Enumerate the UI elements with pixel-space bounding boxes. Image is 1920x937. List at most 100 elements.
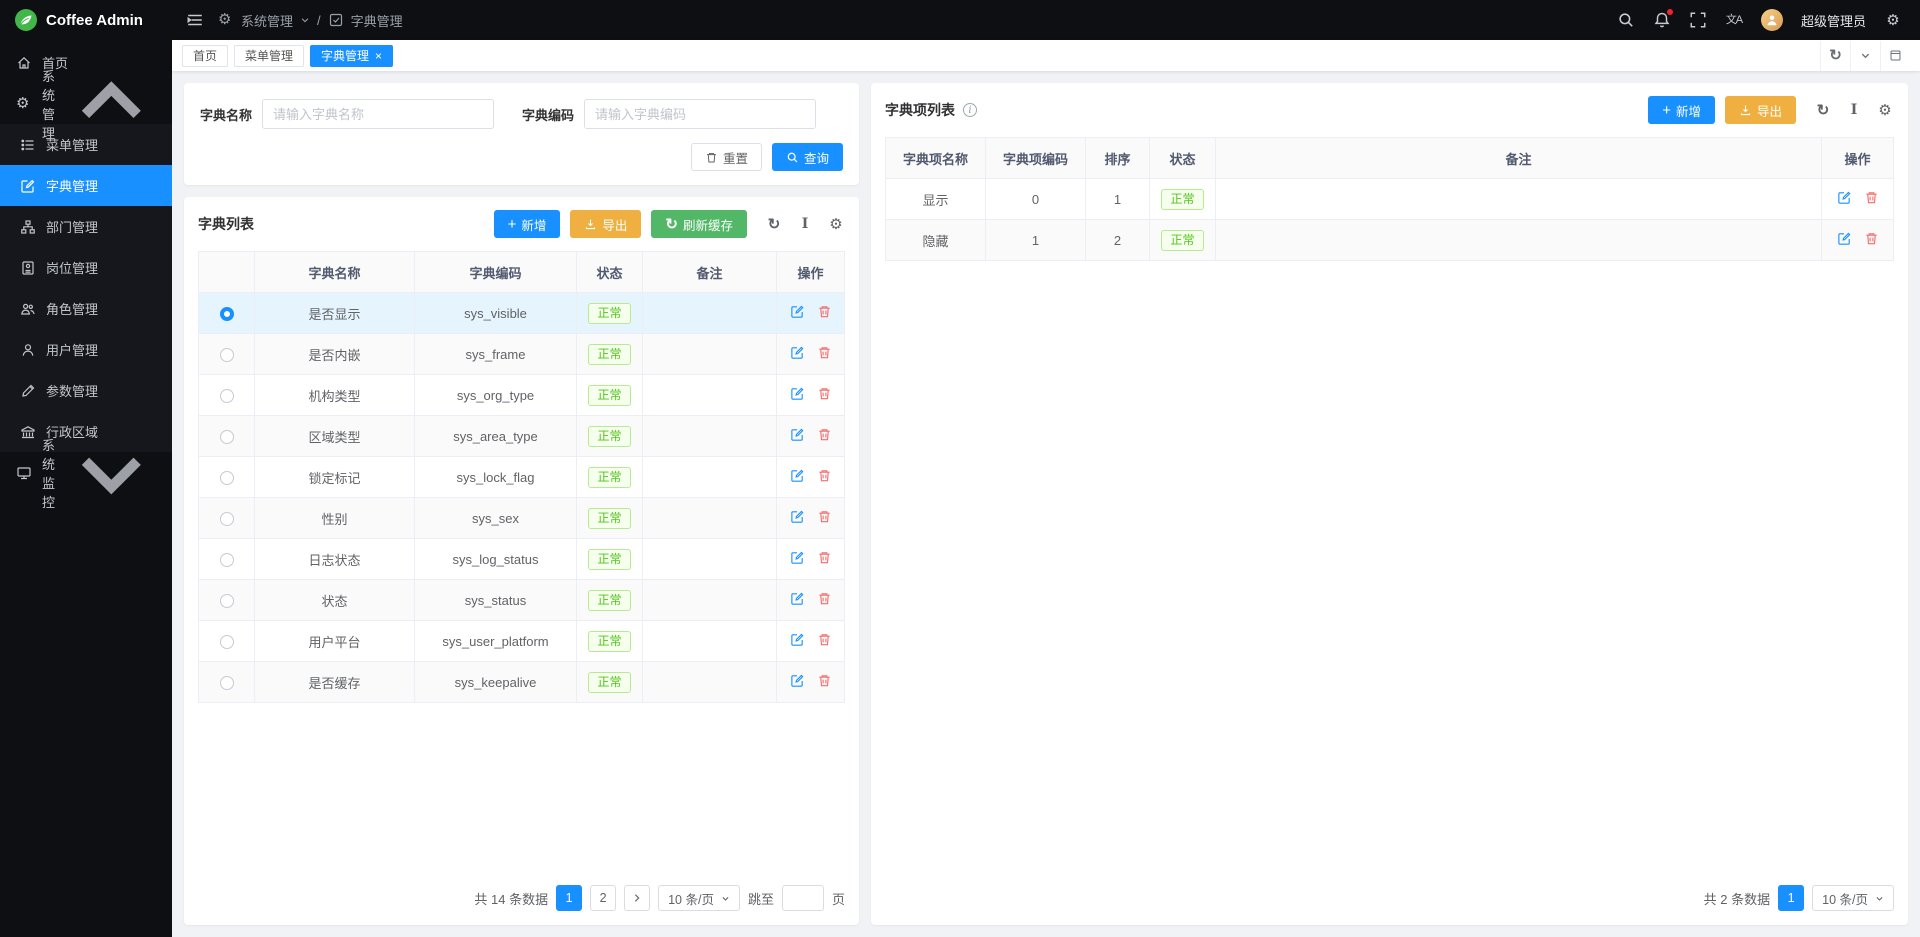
table-settings-gear-icon[interactable] [1876,101,1894,119]
delete-icon[interactable] [817,591,832,606]
delete-icon[interactable] [1864,231,1879,246]
reset-button[interactable]: 重置 [691,143,762,171]
row-radio[interactable] [220,389,234,403]
refresh-tabs-icon[interactable] [1820,41,1850,71]
notification-bell-icon[interactable] [1653,11,1671,29]
table-row[interactable]: 锁定标记 sys_lock_flag 正常 [199,457,845,498]
maximize-view-icon[interactable] [1880,41,1910,71]
edit-icon[interactable] [1837,190,1852,205]
edit-icon[interactable] [790,386,805,401]
page-button-1[interactable]: 1 [556,885,582,911]
delete-icon[interactable] [817,386,832,401]
close-icon[interactable]: × [375,50,382,62]
delete-icon[interactable] [817,427,832,442]
table-row[interactable]: 隐藏 1 2 正常 [886,220,1894,261]
page-unit: 页 [832,889,845,908]
table-row[interactable]: 是否缓存 sys_keepalive 正常 [199,662,845,703]
edit-icon[interactable] [790,304,805,319]
export-dict-button[interactable]: 导出 [570,210,641,238]
edit-icon[interactable] [790,427,805,442]
page-size-select[interactable]: 10 条/页 [658,885,740,911]
sidebar-group-label: 系统管理 [42,66,57,142]
top-header: 系统管理 / 字典管理 超级管理员 [172,0,1920,40]
row-radio[interactable] [220,307,234,321]
delete-icon[interactable] [817,468,832,483]
tabs-dropdown-icon[interactable] [1850,41,1880,71]
sidebar-item-user[interactable]: 用户管理 [0,329,172,370]
table-row[interactable]: 是否内嵌 sys_frame 正常 [199,334,845,375]
settings-gear-icon[interactable] [1884,11,1902,29]
sidebar-item-dept[interactable]: 部门管理 [0,206,172,247]
table-row[interactable]: 区域类型 sys_area_type 正常 [199,416,845,457]
row-radio[interactable] [220,676,234,690]
tab-menu[interactable]: 菜单管理 [234,45,304,67]
column-settings-icon[interactable] [796,215,814,233]
search-icon[interactable] [1617,11,1635,29]
sidebar-group-system[interactable]: 系统管理 [0,83,172,124]
delete-icon[interactable] [817,304,832,319]
user-name[interactable]: 超级管理员 [1801,11,1866,30]
table-row[interactable]: 机构类型 sys_org_type 正常 [199,375,845,416]
tab-dict[interactable]: 字典管理 × [310,45,393,67]
table-settings-gear-icon[interactable] [827,215,845,233]
refresh-table-icon[interactable] [765,215,783,233]
delete-icon[interactable] [817,345,832,360]
page-size-select[interactable]: 10 条/页 [1812,885,1894,911]
edit-icon[interactable] [790,509,805,524]
table-row[interactable]: 性别 sys_sex 正常 [199,498,845,539]
sidebar-item-post[interactable]: 岗位管理 [0,247,172,288]
page-button-2[interactable]: 2 [590,885,616,911]
page-button-1[interactable]: 1 [1778,885,1804,911]
table-row[interactable]: 状态 sys_status 正常 [199,580,845,621]
sidebar-group-monitor[interactable]: 系统监控 [0,452,172,493]
add-dict-button[interactable]: 新增 [494,210,561,238]
tab-home[interactable]: 首页 [182,45,228,67]
info-icon[interactable] [963,103,977,117]
row-radio[interactable] [220,348,234,362]
row-radio[interactable] [220,594,234,608]
edit-icon[interactable] [790,345,805,360]
row-radio[interactable] [220,512,234,526]
edit-icon[interactable] [790,673,805,688]
collapse-menu-icon[interactable] [186,11,204,29]
table-row[interactable]: 用户平台 sys_user_platform 正常 [199,621,845,662]
edit-icon[interactable] [790,632,805,647]
edit-icon[interactable] [790,591,805,606]
jump-page-input[interactable] [782,885,824,911]
refresh-cache-button[interactable]: 刷新缓存 [651,210,747,238]
delete-icon[interactable] [817,673,832,688]
row-radio[interactable] [220,430,234,444]
delete-icon[interactable] [817,632,832,647]
delete-icon[interactable] [817,509,832,524]
sidebar-item-dict[interactable]: 字典管理 [0,165,172,206]
translate-icon[interactable] [1725,11,1743,29]
table-row[interactable]: 日志状态 sys_log_status 正常 [199,539,845,580]
add-dict-item-button[interactable]: 新增 [1648,96,1715,124]
app-logo[interactable]: Coffee Admin [0,0,172,40]
query-button[interactable]: 查询 [772,143,843,171]
fullscreen-icon[interactable] [1689,11,1707,29]
export-dict-item-button[interactable]: 导出 [1725,96,1796,124]
delete-icon[interactable] [1864,190,1879,205]
refresh-table-icon[interactable] [1814,101,1832,119]
dict-code-input[interactable] [584,99,816,129]
sidebar-item-role[interactable]: 角色管理 [0,288,172,329]
avatar[interactable] [1761,9,1783,31]
sidebar-item-param[interactable]: 参数管理 [0,370,172,411]
table-row[interactable]: 显示 0 1 正常 [886,179,1894,220]
edit-icon[interactable] [1837,231,1852,246]
edit-icon[interactable] [790,550,805,565]
remark-cell [643,539,777,580]
chevron-up-icon [67,59,156,148]
column-settings-icon[interactable] [1845,101,1863,119]
next-page-button[interactable] [624,885,650,911]
row-radio[interactable] [220,635,234,649]
row-radio[interactable] [220,553,234,567]
breadcrumb-root[interactable]: 系统管理 [241,11,293,30]
edit-icon[interactable] [790,468,805,483]
table-row[interactable]: 是否显示 sys_visible 正常 [199,293,845,334]
row-radio[interactable] [220,471,234,485]
total-count: 共 14 条数据 [474,889,548,908]
delete-icon[interactable] [817,550,832,565]
dict-name-input[interactable] [262,99,494,129]
